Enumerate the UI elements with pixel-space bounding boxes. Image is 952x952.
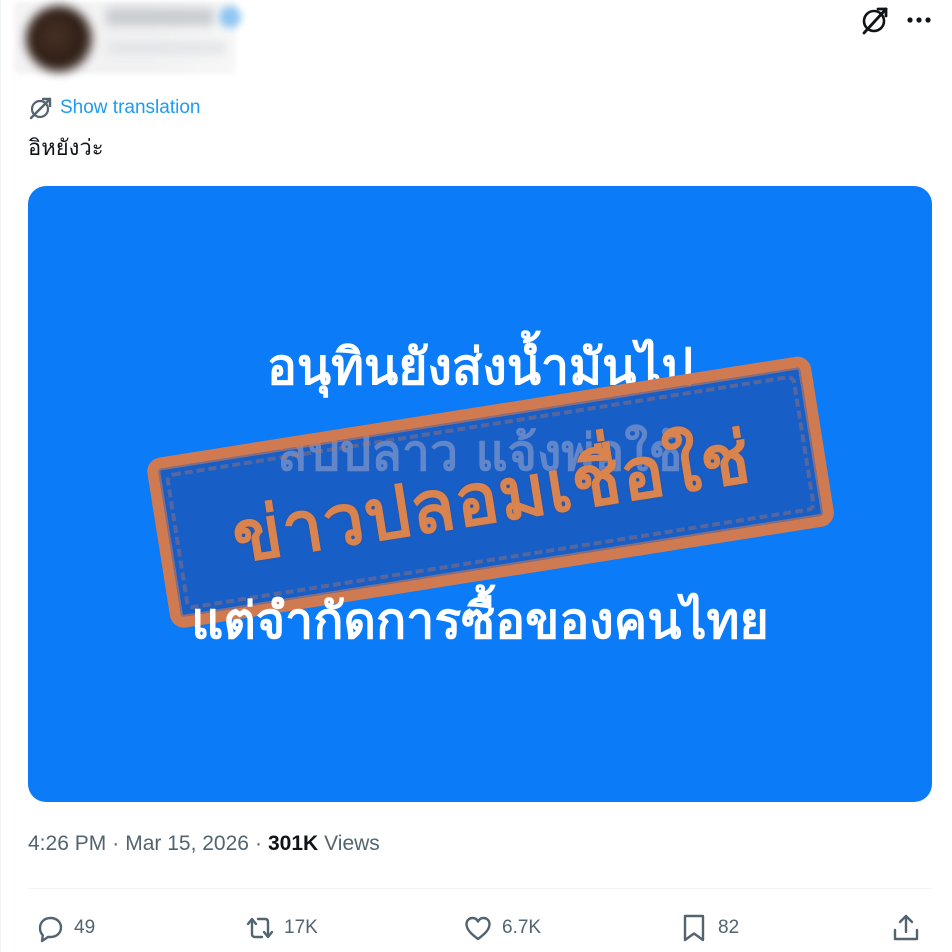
- share-button[interactable]: [890, 908, 930, 948]
- grok-icon[interactable]: [858, 3, 892, 37]
- translate-icon: [29, 97, 52, 120]
- bookmark-icon: [683, 914, 705, 942]
- reply-button[interactable]: 49: [34, 908, 95, 948]
- views-label[interactable]: Views: [324, 832, 380, 856]
- verified-badge-icon: [219, 6, 241, 28]
- tweet-date-link[interactable]: Mar 15, 2026: [125, 832, 249, 856]
- bookmark-button[interactable]: 82: [678, 908, 739, 948]
- views-count[interactable]: 301K: [268, 832, 318, 856]
- more-options-icon[interactable]: [902, 3, 936, 37]
- tweet-time-link[interactable]: 4:26 PM: [28, 832, 106, 856]
- heart-icon: [465, 916, 491, 941]
- meta-separator: ·: [254, 832, 262, 855]
- author-name-blurred[interactable]: [106, 8, 214, 26]
- retweet-icon: [246, 917, 274, 939]
- image-text-line-3: แต่จำกัดการซื้อของคนไทย: [191, 592, 769, 650]
- tweet-text: อิหยังว่ะ: [28, 136, 104, 161]
- show-translation-label[interactable]: Show translation: [60, 97, 200, 119]
- tweet-header: [0, 0, 952, 80]
- tweet-metadata: 4:26 PM · Mar 15, 2026 · 301K Views: [28, 832, 380, 856]
- reply-icon: [38, 916, 63, 943]
- tweet-image[interactable]: อนุทินยังส่งน้ำมันไป สปปลาว แจ้งพ่อใช้ ข…: [28, 186, 932, 802]
- avatar[interactable]: [26, 6, 92, 72]
- reply-count: 49: [74, 917, 96, 938]
- retweet-button[interactable]: 17K: [244, 908, 318, 948]
- author-handle-blurred[interactable]: [108, 42, 226, 54]
- meta-separator: ·: [112, 832, 120, 855]
- like-button[interactable]: 6.7K: [462, 908, 541, 948]
- show-translation-link[interactable]: Show translation: [28, 94, 200, 122]
- divider: [28, 888, 932, 889]
- share-icon: [893, 914, 919, 941]
- left-border: [0, 0, 1, 952]
- retweet-count: 17K: [284, 917, 318, 938]
- bookmark-count: 82: [718, 917, 740, 938]
- like-count: 6.7K: [502, 917, 542, 938]
